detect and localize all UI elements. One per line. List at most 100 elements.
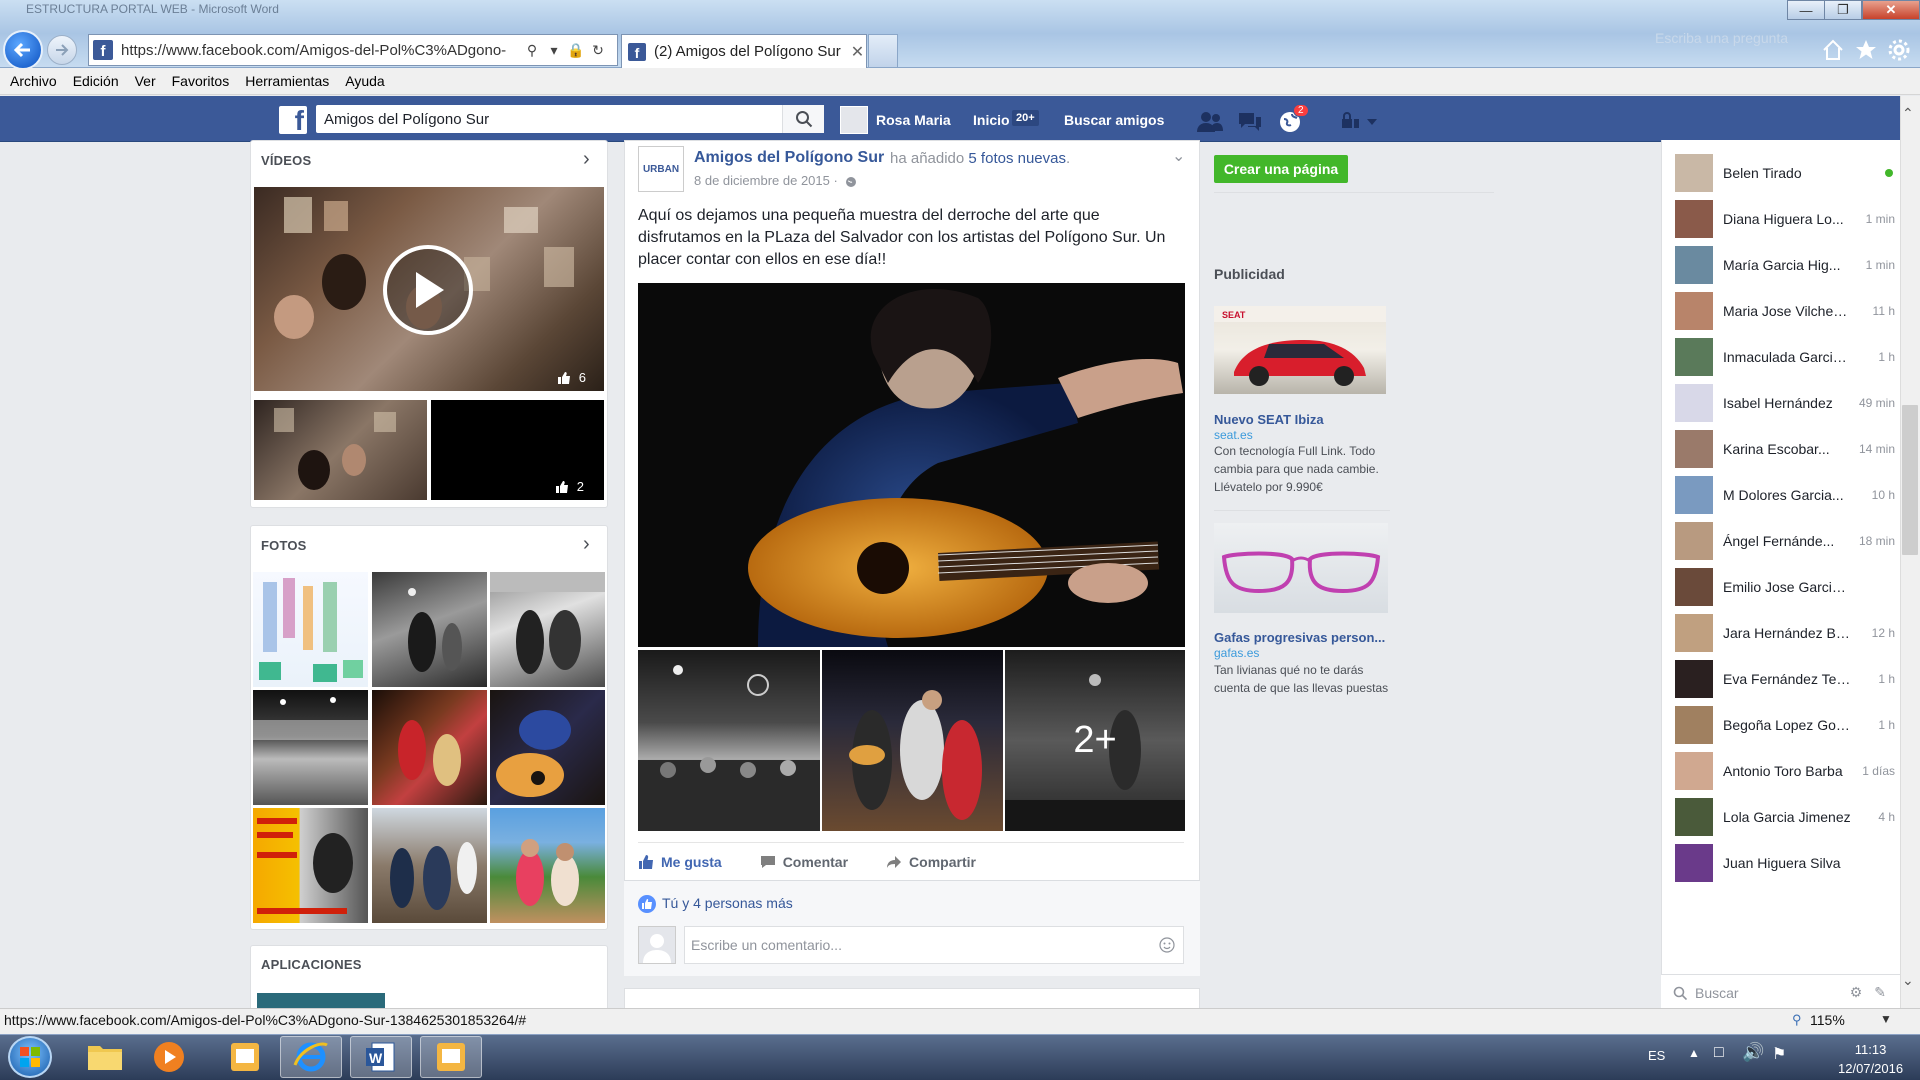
menu-archivo[interactable]: Archivo	[10, 73, 57, 89]
chat-friend-row[interactable]: Begoña Lopez Gomez 1 h	[1675, 705, 1895, 745]
volume-icon[interactable]: 🔊	[1742, 1042, 1764, 1063]
post-author-link[interactable]: Amigos del Polígono Sur	[694, 149, 884, 167]
app-thumbnail[interactable]	[257, 993, 385, 1009]
friend-avatar[interactable]	[1675, 614, 1713, 652]
menu-herramientas[interactable]: Herramientas	[245, 73, 329, 89]
zoom-level[interactable]: 115%	[1810, 1012, 1845, 1028]
comment-button[interactable]: Comentar	[760, 854, 848, 870]
network-icon[interactable]: □	[1714, 1044, 1724, 1062]
video-thumbnail-2[interactable]	[254, 400, 427, 500]
friend-name[interactable]: Jara Hernández Br...	[1723, 625, 1851, 641]
privacy-shortcuts-icon[interactable]	[1338, 108, 1382, 136]
post-date[interactable]: 8 de diciembre de 2015 ·	[694, 173, 857, 188]
browser-tab[interactable]: f (2) Amigos del Polígono Sur ✕	[621, 34, 867, 68]
chat-friend-row[interactable]: Isabel Hernández 49 min	[1675, 383, 1895, 423]
share-button[interactable]: Compartir	[886, 854, 976, 870]
friend-avatar[interactable]	[1675, 476, 1713, 514]
friend-avatar[interactable]	[1675, 844, 1713, 882]
emoji-icon[interactable]	[1159, 937, 1175, 953]
friend-avatar[interactable]	[1675, 292, 1713, 330]
chat-friend-row[interactable]: Juan Higuera Silva	[1675, 843, 1895, 883]
photo-thumbnail[interactable]	[253, 572, 368, 687]
chat-friend-row[interactable]: M Dolores Garcia... 10 h	[1675, 475, 1895, 515]
friend-avatar[interactable]	[1675, 200, 1713, 238]
friend-avatar[interactable]	[1675, 338, 1713, 376]
friend-name[interactable]: Diana Higuera Lo...	[1723, 211, 1851, 227]
friend-name[interactable]: Eva Fernández Terol	[1723, 671, 1851, 687]
ad-title-glasses[interactable]: Gafas progresivas person...	[1214, 630, 1385, 645]
tray-language[interactable]: ES	[1648, 1048, 1665, 1063]
favorites-star-icon[interactable]	[1852, 36, 1880, 64]
maximize-button[interactable]: ❐	[1824, 0, 1862, 20]
friend-name[interactable]: Maria Jose Vilches...	[1723, 303, 1851, 319]
address-bar[interactable]: f https://www.facebook.com/Amigos-del-Po…	[88, 34, 618, 66]
explorer-folder-icon[interactable]	[74, 1036, 136, 1078]
friend-name[interactable]: Belen Tirado	[1723, 165, 1851, 181]
zoom-icon[interactable]: ⚲	[1792, 1012, 1802, 1028]
post-photo-2[interactable]	[638, 650, 820, 831]
chat-friend-row[interactable]: Karina Escobar... 14 min	[1675, 429, 1895, 469]
menu-edicion[interactable]: Edición	[73, 73, 119, 89]
action-center-flag-icon[interactable]: ⚑	[1772, 1044, 1786, 1064]
like-button[interactable]: Me gusta	[638, 854, 722, 870]
new-tab-button[interactable]	[868, 34, 898, 68]
photo-thumbnail[interactable]	[490, 690, 605, 805]
home-icon[interactable]	[1819, 36, 1847, 64]
photo-thumbnail[interactable]	[253, 808, 368, 923]
fb-search-button[interactable]	[782, 105, 824, 133]
menu-favoritos[interactable]: Favoritos	[172, 73, 230, 89]
friend-name[interactable]: Lola Garcia Jimenez	[1723, 809, 1851, 825]
friend-name[interactable]: Isabel Hernández	[1723, 395, 1851, 411]
friend-avatar[interactable]	[1675, 384, 1713, 422]
likes-summary-text[interactable]: Tú y 4 personas más	[662, 895, 793, 911]
tray-clock[interactable]: 11:13 12/07/2016	[1838, 1040, 1903, 1078]
friend-name[interactable]: María Garcia Hig...	[1723, 257, 1851, 273]
friend-avatar[interactable]	[1675, 246, 1713, 284]
menu-ayuda[interactable]: Ayuda	[345, 73, 384, 89]
comment-input[interactable]: Escribe un comentario...	[684, 926, 1184, 964]
post-main-photo[interactable]	[638, 283, 1185, 647]
search-icon[interactable]: ⚲	[521, 39, 543, 61]
friend-name[interactable]: M Dolores Garcia...	[1723, 487, 1851, 503]
chat-friend-row[interactable]: Emilio Jose Garcia Nunez	[1675, 567, 1895, 607]
friend-avatar[interactable]	[1675, 430, 1713, 468]
friend-name[interactable]: Antonio Toro Barba	[1723, 763, 1851, 779]
ad-title-seat[interactable]: Nuevo SEAT Ibiza	[1214, 412, 1324, 427]
friend-avatar[interactable]	[1675, 752, 1713, 790]
play-button-icon[interactable]	[383, 245, 473, 335]
friend-avatar[interactable]	[1675, 568, 1713, 606]
home-link[interactable]: Inicio	[973, 112, 1010, 128]
page-avatar[interactable]: URBAN	[638, 146, 684, 192]
tray-expand-icon[interactable]: ▲	[1688, 1046, 1700, 1060]
chat-friend-row[interactable]: Ángel Fernánde... 18 min	[1675, 521, 1895, 561]
messages-icon[interactable]	[1236, 108, 1264, 136]
settings-gear-icon[interactable]	[1885, 36, 1913, 64]
chat-friend-row[interactable]: Eva Fernández Terol 1 h	[1675, 659, 1895, 699]
ad-image-glasses[interactable]	[1214, 523, 1388, 613]
scroll-down-arrow-icon[interactable]: ⌄	[1902, 972, 1914, 989]
forward-button[interactable]	[47, 35, 77, 65]
friend-avatar[interactable]	[1675, 522, 1713, 560]
friend-name[interactable]: Emilio Jose Garcia Nunez	[1723, 579, 1851, 595]
minimize-button[interactable]: —	[1787, 0, 1825, 20]
chat-search-input[interactable]: Buscar ⚙ ✎	[1661, 974, 1900, 1010]
find-friends-link[interactable]: Buscar amigos	[1064, 112, 1164, 128]
photos-link[interactable]: 5 fotos nuevas	[968, 150, 1066, 167]
photo-thumbnail[interactable]	[490, 808, 605, 923]
friend-requests-icon[interactable]	[1196, 108, 1224, 136]
more-photos-count[interactable]: 2+	[1005, 650, 1185, 831]
create-page-button[interactable]: Crear una página	[1214, 155, 1348, 183]
facebook-logo-icon[interactable]: f	[279, 106, 307, 134]
friend-name[interactable]: Begoña Lopez Gomez	[1723, 717, 1851, 733]
friend-name[interactable]: Karina Escobar...	[1723, 441, 1851, 457]
chevron-right-icon[interactable]: ›	[583, 533, 590, 556]
back-button[interactable]	[3, 30, 43, 70]
internet-explorer-icon[interactable]	[280, 1036, 342, 1078]
post-photo-3[interactable]	[822, 650, 1003, 831]
chat-friend-row[interactable]: Inmaculada Garcia... 1 h	[1675, 337, 1895, 377]
chat-friend-row[interactable]: Antonio Toro Barba 1 días	[1675, 751, 1895, 791]
new-message-icon[interactable]: ✎	[1874, 984, 1886, 1001]
presentation-app-icon[interactable]	[420, 1036, 482, 1078]
user-profile-link[interactable]: Rosa Maria	[876, 112, 951, 128]
scroll-up-arrow-icon[interactable]: ⌃	[1902, 105, 1914, 122]
